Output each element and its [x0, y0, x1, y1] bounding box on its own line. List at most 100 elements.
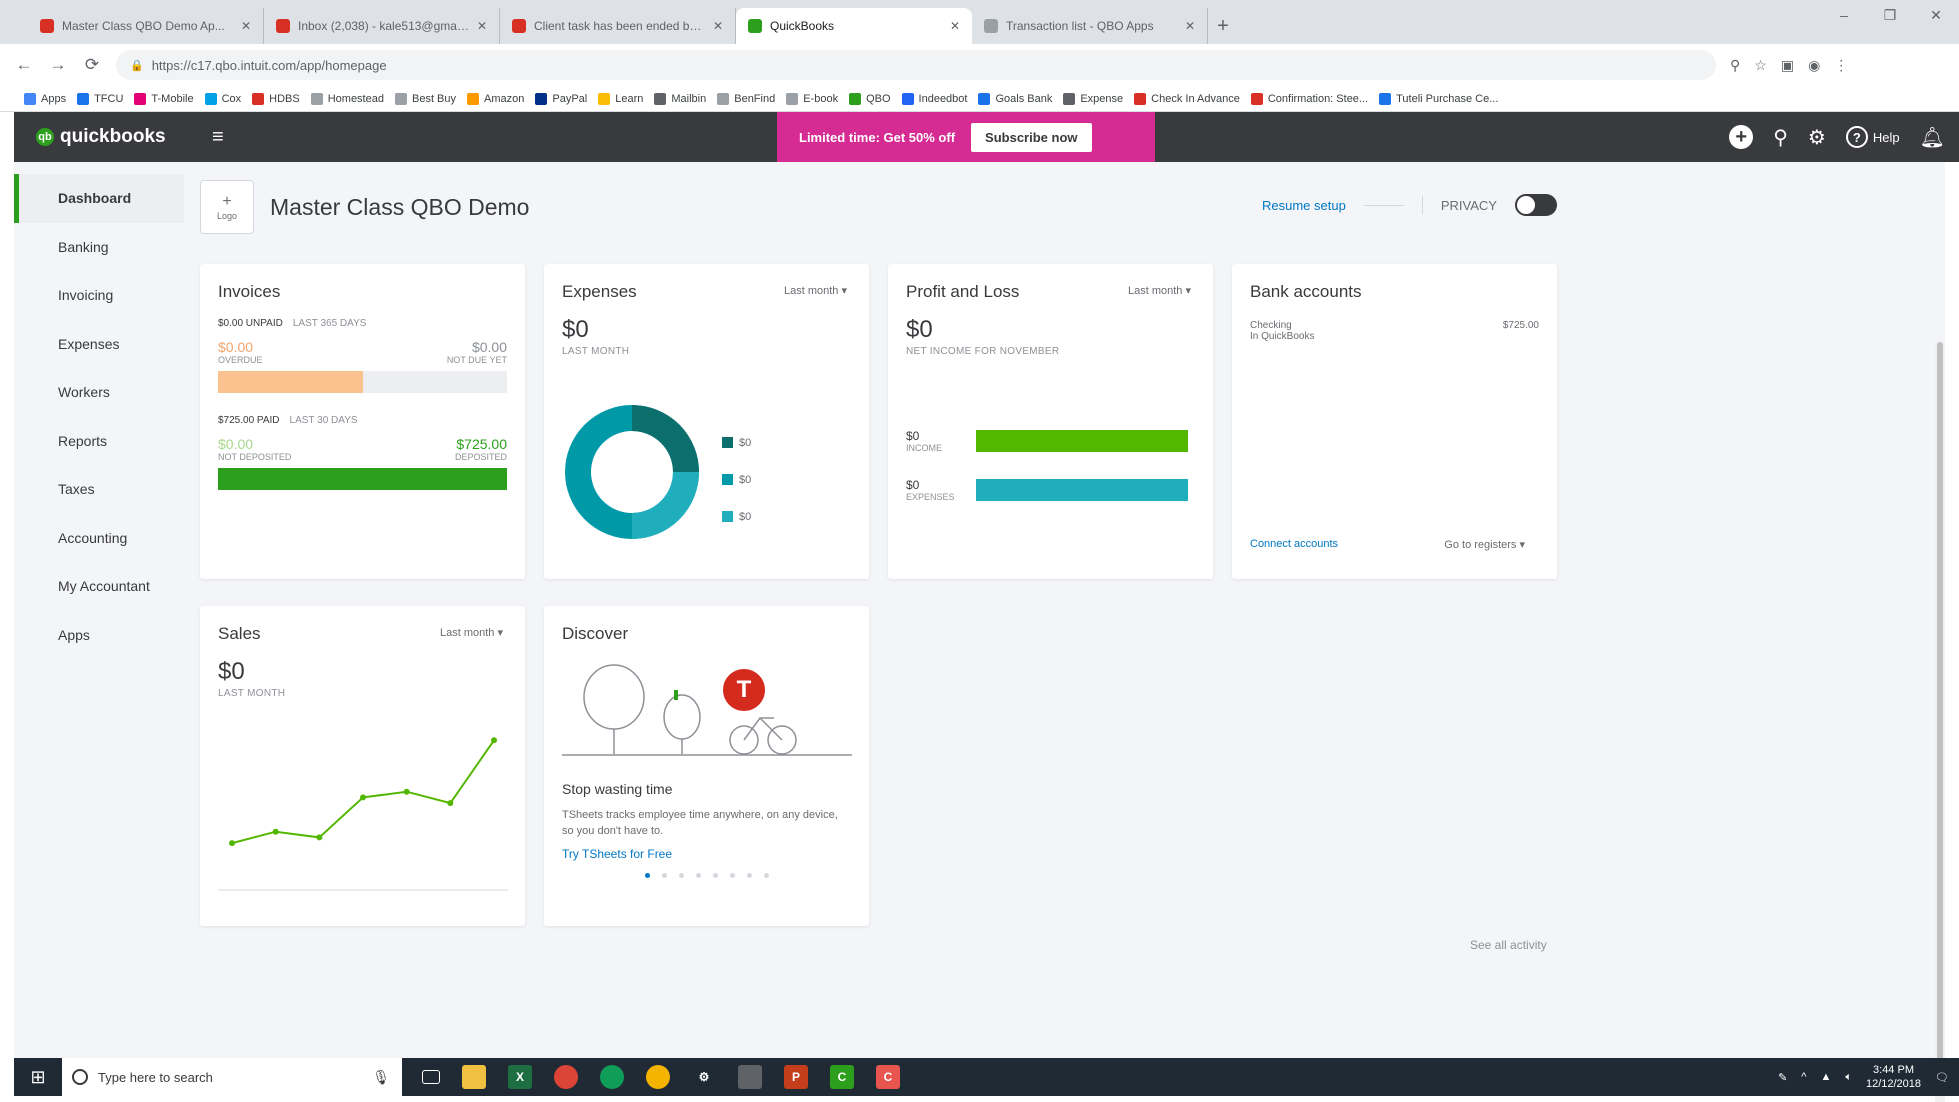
bank-account-row[interactable]: Checking In QuickBooks $725.00 — [1250, 320, 1539, 342]
star-icon[interactable]: ☆ — [1754, 57, 1767, 74]
bookmark-item[interactable]: Apps — [24, 92, 66, 105]
sales-line-chart[interactable] — [218, 726, 508, 896]
notdue-amount[interactable]: $0.00 — [447, 339, 507, 355]
hamburger-menu-icon[interactable]: ≡ — [212, 126, 242, 149]
bookmark-item[interactable]: Amazon — [467, 92, 524, 105]
excel-icon[interactable]: X — [508, 1065, 532, 1089]
notifications-icon[interactable]: 🗨︎ — [1935, 1071, 1949, 1084]
volume-icon[interactable]: 🔈︎ — [1845, 1071, 1852, 1084]
sidebar-item-dashboard[interactable]: Dashboard — [14, 174, 184, 223]
chrome-icon-2[interactable] — [600, 1065, 624, 1089]
bookmark-item[interactable]: T-Mobile — [134, 92, 194, 105]
bookmark-item[interactable]: Best Buy — [394, 92, 456, 105]
try-tsheets-link[interactable]: Try TSheets for Free — [562, 847, 851, 861]
carousel-dot[interactable] — [678, 873, 684, 878]
browser-tab[interactable]: QuickBooks ✕ — [736, 8, 972, 44]
browser-tab[interactable]: Inbox (2,038) - kale513@gmail... ✕ — [264, 8, 500, 44]
settings-icon[interactable]: ⚙ — [692, 1065, 716, 1089]
period-dropdown[interactable]: Last month ▾ — [440, 626, 503, 639]
menu-icon[interactable]: ⋮ — [1834, 57, 1848, 74]
bookmark-item[interactable]: Indeedbot — [901, 92, 967, 105]
go-to-registers-dropdown[interactable]: Go to registers ▾ — [1444, 538, 1525, 551]
carousel-dot[interactable] — [746, 873, 752, 878]
camtasia-icon[interactable]: C — [830, 1065, 854, 1089]
bookmark-item[interactable]: PayPal — [535, 92, 587, 105]
camtasia-recorder-icon[interactable]: C — [876, 1065, 900, 1089]
chrome-icon-3[interactable] — [646, 1065, 670, 1089]
sidebar-item-reports[interactable]: Reports — [14, 417, 184, 466]
maximize-button[interactable]: ❐ — [1867, 0, 1913, 30]
close-tab-icon[interactable]: ✕ — [241, 19, 251, 33]
bookmark-item[interactable]: TFCU — [77, 92, 123, 105]
notification-bell-icon[interactable]: 🔔︎ — [1920, 125, 1945, 150]
back-icon[interactable]: ← — [14, 55, 34, 75]
period-dropdown[interactable]: Last month ▾ — [1128, 284, 1191, 297]
paid-bar[interactable] — [218, 468, 507, 490]
bookmark-item[interactable]: E-book — [786, 92, 838, 105]
income-row[interactable]: $0 INCOME — [906, 429, 1188, 453]
url-input[interactable]: 🔒 https://c17.qbo.intuit.com/app/homepag… — [116, 50, 1716, 80]
calculator-icon[interactable] — [738, 1065, 762, 1089]
carousel-dot[interactable] — [661, 873, 667, 878]
powerpoint-icon[interactable]: P — [784, 1065, 808, 1089]
bookmark-item[interactable]: QBO — [849, 92, 891, 105]
tray-chevron-icon[interactable]: ^ — [1801, 1071, 1806, 1083]
new-tab-button[interactable]: + — [1208, 8, 1238, 44]
carousel-dot[interactable] — [695, 873, 701, 878]
privacy-toggle[interactable] — [1514, 194, 1557, 216]
quickbooks-logo[interactable]: qb quickbooks — [14, 126, 204, 148]
connect-accounts-link[interactable]: Connect accounts — [1250, 538, 1338, 551]
browser-tab[interactable]: Transaction list - QBO Apps ✕ — [972, 8, 1208, 44]
bookmark-item[interactable]: Learn — [598, 92, 643, 105]
zoom-icon[interactable]: ⚲ — [1730, 57, 1740, 74]
sidebar-item-apps[interactable]: Apps — [14, 611, 184, 660]
resume-setup-link[interactable]: Resume setup — [1262, 198, 1346, 213]
see-all-activity-link[interactable]: See all activity — [1470, 938, 1547, 952]
create-plus-icon[interactable]: + — [1729, 125, 1754, 149]
sidebar-item-my-accountant[interactable]: My Accountant — [14, 562, 184, 611]
bookmark-item[interactable]: HDBS — [252, 92, 300, 105]
minimize-button[interactable]: – — [1821, 0, 1867, 30]
sidebar-item-workers[interactable]: Workers — [14, 368, 184, 417]
microphone-icon[interactable]: 🎙︎ — [372, 1069, 390, 1086]
taskbar-search[interactable]: Type here to search 🎙︎ — [62, 1058, 402, 1096]
sidebar-item-banking[interactable]: Banking — [14, 223, 184, 272]
gear-icon[interactable]: ⚙ — [1808, 125, 1826, 150]
close-window-button[interactable]: ✕ — [1913, 0, 1959, 30]
reload-icon[interactable]: ⟳ — [82, 55, 102, 75]
bookmark-item[interactable]: Check In Advance — [1134, 92, 1240, 105]
windows-start-icon[interactable]: ⊞ — [14, 1058, 62, 1096]
chrome-icon[interactable] — [554, 1065, 578, 1089]
bookmark-item[interactable]: Mailbin — [654, 92, 706, 105]
notdeposited-amount[interactable]: $0.00 — [218, 436, 291, 452]
extension-icon[interactable]: ▣ — [1781, 57, 1794, 74]
unpaid-bar[interactable] — [218, 371, 507, 393]
company-logo-upload[interactable]: + Logo — [200, 180, 254, 234]
file-explorer-icon[interactable] — [462, 1065, 486, 1089]
taskbar-clock[interactable]: 3:44 PM 12/12/2018 — [1866, 1063, 1921, 1091]
bookmark-item[interactable]: Tuteli Purchase Ce... — [1379, 92, 1498, 105]
carousel-dot[interactable] — [729, 873, 735, 878]
forward-icon[interactable]: → — [48, 55, 68, 75]
bookmark-item[interactable]: Cox — [204, 92, 241, 105]
close-tab-icon[interactable]: ✕ — [950, 19, 960, 33]
search-icon[interactable]: ⚲ — [1773, 125, 1788, 150]
close-tab-icon[interactable]: ✕ — [477, 19, 487, 33]
expenses-row[interactable]: $0 EXPENSES — [906, 478, 1188, 502]
sidebar-item-expenses[interactable]: Expenses — [14, 320, 184, 369]
sidebar-item-accounting[interactable]: Accounting — [14, 514, 184, 563]
sidebar-item-invoicing[interactable]: Invoicing — [14, 271, 184, 320]
period-dropdown[interactable]: Last month ▾ — [784, 284, 847, 297]
close-tab-icon[interactable]: ✕ — [1185, 19, 1195, 33]
bookmark-item[interactable]: Confirmation: Stee... — [1250, 92, 1368, 105]
bookmark-item[interactable]: Expense — [1063, 92, 1123, 105]
task-view-icon[interactable] — [422, 1070, 440, 1084]
bookmark-item[interactable]: Homestead — [310, 92, 384, 105]
sidebar-item-taxes[interactable]: Taxes — [14, 465, 184, 514]
help-button[interactable]: ? Help — [1845, 126, 1900, 148]
carousel-dot[interactable] — [763, 873, 769, 878]
browser-tab[interactable]: Master Class QBO Demo Ap... ✕ — [28, 8, 264, 44]
subscribe-now-button[interactable]: Subscribe now — [971, 122, 1092, 152]
scrollbar[interactable] — [1935, 342, 1945, 1102]
profile-icon[interactable]: ◉ — [1808, 57, 1820, 74]
